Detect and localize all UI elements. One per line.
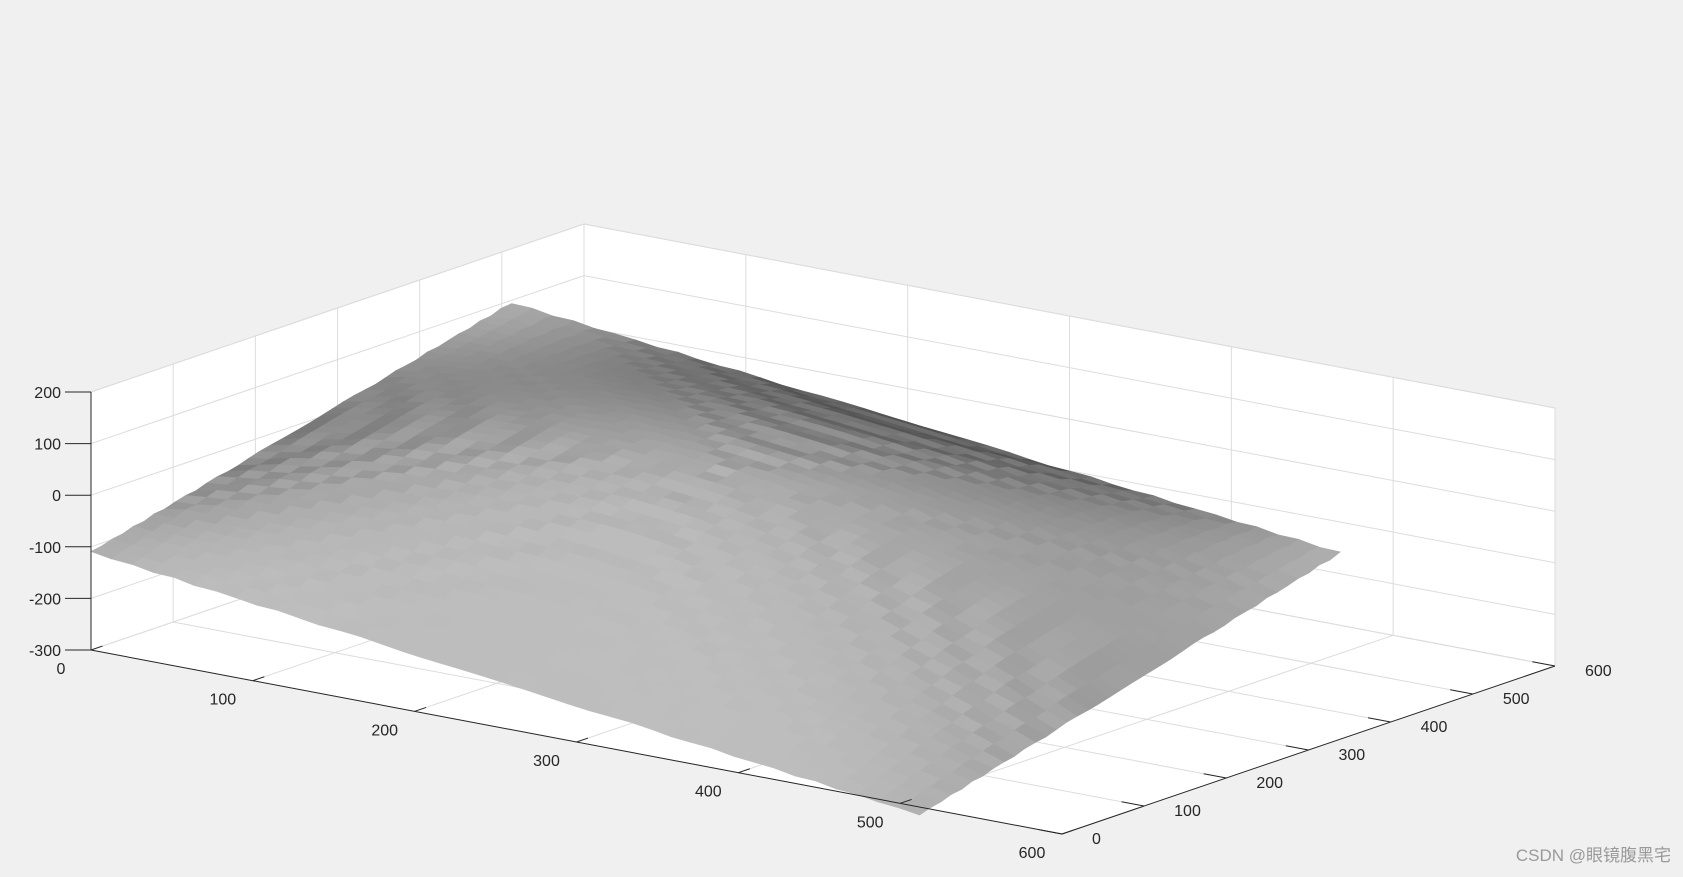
z-tick-label: -200 xyxy=(29,591,61,608)
y-tick-label: 300 xyxy=(1339,747,1366,764)
x-tick-label: 300 xyxy=(533,753,560,770)
z-tick-label: 200 xyxy=(34,385,61,402)
y-tick-label: 500 xyxy=(1503,691,1530,708)
y-tick-label: 200 xyxy=(1256,775,1283,792)
watermark: CSDN @眼镜腹黑宅 xyxy=(1515,846,1671,865)
surface-plot: 0 100 200 300 400 500 600 0 100 200 300 400 500 600 -3… xyxy=(29,223,1612,862)
z-tick-label: -100 xyxy=(29,540,61,557)
x-tick-label: 600 xyxy=(1019,845,1046,862)
figure: 0 100 200 300 400 500 600 0 100 200 300 400 500 600 -3… xyxy=(0,0,1683,872)
z-tick-label: 100 xyxy=(34,437,61,454)
x-tick-label: 500 xyxy=(857,814,884,831)
z-tick-label: 0 xyxy=(52,488,61,505)
x-tick-label: 100 xyxy=(209,692,236,709)
y-tick-label: 0 xyxy=(1092,831,1101,848)
y-tick-label: 100 xyxy=(1174,803,1201,820)
x-tick-label: 0 xyxy=(57,661,66,678)
x-tick-label: 200 xyxy=(371,722,398,739)
y-tick-label: 600 xyxy=(1585,663,1612,680)
z-tick-label: -300 xyxy=(29,643,61,660)
x-tick-label: 400 xyxy=(695,784,722,801)
y-tick-label: 400 xyxy=(1421,719,1448,736)
